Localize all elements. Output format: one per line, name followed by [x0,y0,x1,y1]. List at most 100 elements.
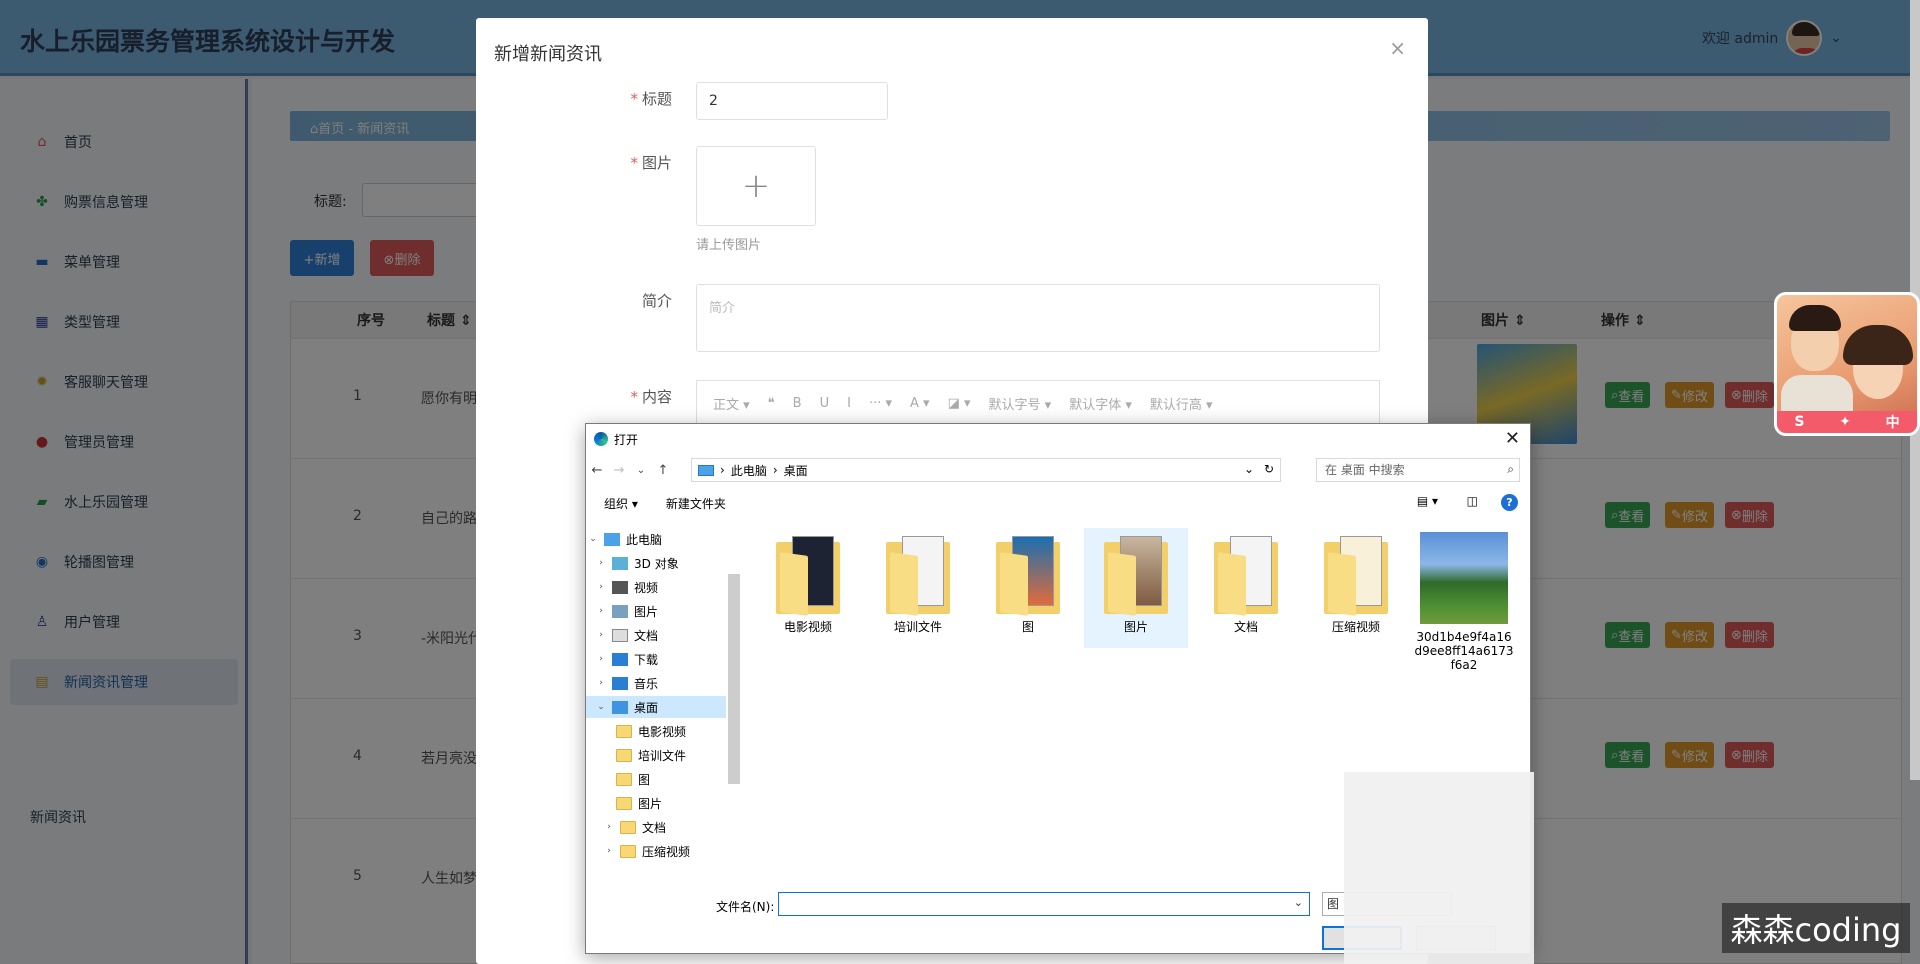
intro-label: 简介 [641,292,672,310]
more-icon[interactable]: ··· ▾ [869,396,892,411]
image-label: * 图片 [630,154,672,172]
search-icon[interactable]: ⌕ [1507,462,1514,477]
folder-icon [616,772,632,786]
chevron-down-icon[interactable]: ⌄ [1244,462,1254,476]
search-input[interactable]: 在 桌面 中搜索 [1316,458,1520,482]
folder-icon [776,536,840,616]
tree-item[interactable]: 图 [586,768,726,790]
file-item-folder[interactable]: 图 [976,528,1080,648]
document-icon [612,628,628,642]
title-label: * 标题 [630,90,672,108]
image-upload[interactable]: + [696,146,816,226]
desktop-icon [612,700,628,714]
file-item-folder[interactable]: 培训文件 [866,528,970,648]
browser-icon [594,432,608,446]
chevron-right-icon: › [599,582,603,592]
tree-item-desktop[interactable]: ⌄ 桌面 [586,696,726,718]
chevron-down-icon[interactable]: ⌄ [630,465,652,476]
intro-field[interactable]: 简介 [696,284,1380,352]
filename-label: 文件名(N): [716,900,775,914]
title-field[interactable]: 2 [696,82,888,120]
folder-icon [620,820,636,834]
music-icon [612,676,628,690]
close-icon[interactable]: × [1389,36,1406,60]
path-segment[interactable]: 此电脑 [731,462,767,479]
tree-item-this-pc[interactable]: ⌄ 此电脑 [586,528,726,550]
tree-item[interactable]: › 图片 [586,600,726,622]
dialog-title: 新增新闻资讯 [494,44,602,65]
download-icon [612,652,628,666]
address-bar[interactable]: › 此电脑 › 桌面 ⌄ ↻ [691,458,1281,482]
tree-item[interactable]: › 文档 [586,624,726,646]
bold-icon[interactable]: B [793,396,802,411]
paragraph-select[interactable]: 正文 ▾ [713,394,750,413]
folder-icon [616,724,632,738]
tree-item[interactable]: 图片 [586,792,726,814]
view-mode-icon[interactable]: ▤ ▾ [1417,494,1438,508]
folder-icon [886,536,950,616]
forward-icon[interactable]: → [608,463,630,478]
refresh-icon[interactable]: ↻ [1264,462,1274,476]
file-item-folder[interactable]: 压缩视频 [1304,528,1408,648]
file-item-image[interactable]: 30d1b4e9f4a16d9ee8ff14a6173f6a2 [1412,528,1516,678]
navigation-tree: ⌄ 此电脑 › 3D 对象 › 视频 › 图片 › 文档 › 下载 › 音乐 ⌄ 桌面 电影视频… [586,524,736,872]
quote-icon[interactable]: ❝ [768,396,775,411]
tree-scrollbar[interactable] [728,574,740,784]
mosaic-overlay [1344,772,1534,964]
cube-icon [612,556,628,570]
folder-icon [616,796,632,810]
path-separator: › [720,463,725,477]
dialog-title: 打开 [614,432,639,447]
bg-color-icon[interactable]: ◪ ▾ [948,396,971,411]
chevron-right-icon: › [599,678,603,688]
tree-item[interactable]: 培训文件 [586,744,726,766]
underline-icon[interactable]: U [820,396,830,411]
tree-item[interactable]: › 视频 [586,576,726,598]
chevron-right-icon: › [607,846,611,856]
content-label: * 内容 [630,388,672,406]
tree-item[interactable]: 电影视频 [586,720,726,742]
file-item-folder[interactable]: 文档 [1194,528,1298,648]
font-family-select[interactable]: 默认字体 ▾ [1069,394,1132,413]
address-bar-row: ← → ⌄ ↑ › 此电脑 › 桌面 ⌄ ↻ 在 桌面 中搜索 ⌕ [586,456,1530,484]
tree-item[interactable]: › 下载 [586,648,726,670]
back-icon[interactable]: ← [586,463,608,478]
chevron-down-icon[interactable]: ⌄ [1294,896,1303,909]
video-icon [612,580,628,594]
folder-icon [616,748,632,762]
up-icon[interactable]: ↑ [652,463,674,478]
chevron-down-icon: ⌄ [589,534,597,544]
help-icon[interactable]: ? [1501,494,1518,511]
folder-icon [620,844,636,858]
path-segment[interactable]: 桌面 [784,462,808,479]
chevron-right-icon: › [599,606,603,616]
font-size-select[interactable]: 默认字号 ▾ [989,394,1052,413]
tree-item[interactable]: › 压缩视频 [586,840,726,862]
close-icon[interactable]: ✕ [1505,428,1520,449]
dialog-titlebar[interactable]: 打开 [586,424,1530,454]
picture-icon [612,604,628,618]
editor-toolbar: 正文 ▾ ❝ B U I ··· ▾ A ▾ ◪ ▾ 默认字号 ▾ 默认字体 ▾… [696,380,1380,426]
organize-button[interactable]: 组织 ▾ [604,495,638,512]
computer-icon [604,532,620,546]
chevron-down-icon: ⌄ [597,702,605,712]
plus-icon: + [741,166,771,206]
path-separator: › [772,463,778,477]
floating-video-thumbnail[interactable]: S ✦ 中 [1774,292,1920,436]
tree-item[interactable]: › 3D 对象 [586,552,726,574]
image-thumbnail [1420,532,1508,624]
chevron-right-icon: › [599,630,603,640]
tree-item[interactable]: › 音乐 [586,672,726,694]
filename-field[interactable]: ⌄ [778,892,1310,916]
file-item-folder[interactable]: 电影视频 [756,528,860,648]
italic-icon[interactable]: I [847,396,851,411]
tree-item[interactable]: › 文档 [586,816,726,838]
folder-icon [1324,536,1388,616]
line-height-select[interactable]: 默认行高 ▾ [1150,394,1213,413]
preview-pane-icon[interactable]: ◫ [1467,494,1478,508]
new-folder-button[interactable]: 新建文件夹 [666,495,726,512]
file-item-folder-selected[interactable]: 图片 [1084,528,1188,648]
folder-icon [996,536,1060,616]
font-color-icon[interactable]: A ▾ [910,396,930,411]
computer-icon [698,464,714,476]
